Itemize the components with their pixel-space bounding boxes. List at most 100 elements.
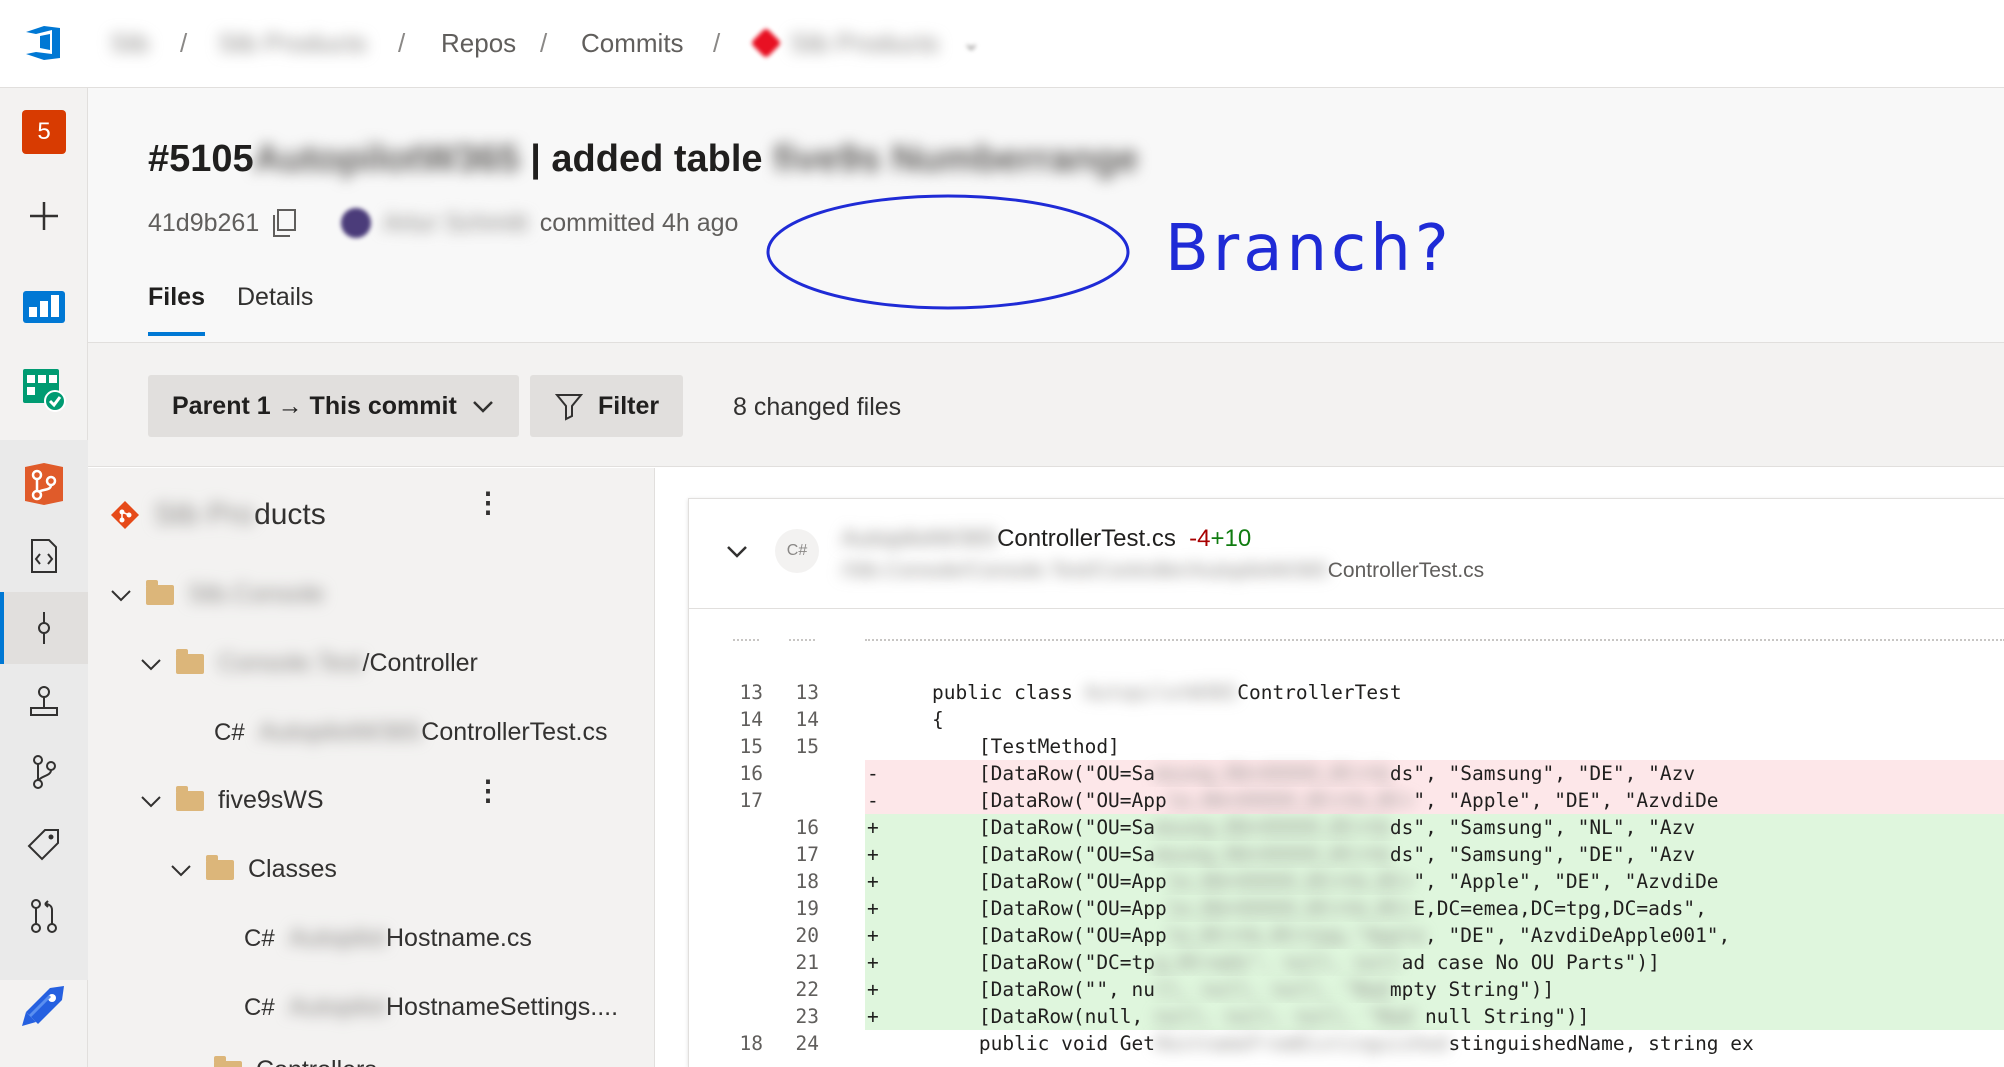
diff-viewer: C# AutopilotW365ControllerTest.cs -4+10 … xyxy=(688,498,2004,1067)
commit-hash[interactable]: 41d9b261 xyxy=(148,209,259,238)
code-text: [DataRow("OU=Samsung,OU=XXXXX,DC=tbds", … xyxy=(885,760,1695,787)
chevron-down-icon[interactable]: ⌄ xyxy=(962,30,980,56)
breadcrumb-org[interactable]: Stb xyxy=(110,28,149,59)
code-segment-redacted: g,DC=ads", null, null xyxy=(1155,951,1402,974)
rail-commits[interactable] xyxy=(0,592,88,664)
commit-author[interactable]: Artur Schmitt xyxy=(383,209,527,238)
chevron-down-icon[interactable] xyxy=(725,543,749,559)
old-line-number: 17 xyxy=(739,789,763,812)
added-lines-count: +10 xyxy=(1210,525,1252,552)
tree-file[interactable]: C# AutopilotHostname.cs xyxy=(244,924,532,953)
boards-icon xyxy=(23,369,66,412)
rail-overview[interactable] xyxy=(0,268,88,340)
new-line-number: 18 xyxy=(795,870,819,893)
code-segment: ControllerTest xyxy=(1237,681,1402,704)
commit-title: #5105AutopilotW365 | added table five9s … xyxy=(148,138,1139,181)
tree-folder[interactable]: five9sWS xyxy=(140,785,324,815)
tree-item-label: /Controller xyxy=(362,649,478,677)
copy-icon[interactable] xyxy=(271,208,297,238)
rail-boards[interactable] xyxy=(0,354,88,426)
repo-icon xyxy=(750,27,782,59)
commit-title-redacted: AutopilotW365 xyxy=(253,138,520,180)
tree-folder[interactable]: Classes xyxy=(170,854,337,884)
tree-folder[interactable]: Controllers xyxy=(214,1055,377,1067)
more-options-icon[interactable]: ⋮ xyxy=(474,486,502,519)
tree-item-label: Stb.Console xyxy=(188,580,325,608)
rail-pushes[interactable] xyxy=(0,664,88,736)
diff-marker: + xyxy=(867,978,879,1001)
code-segment: , "DE", "AzvdiDeApple001", xyxy=(1425,924,1731,947)
tab-files[interactable]: Files xyxy=(148,283,205,336)
chevron-down-icon xyxy=(111,589,131,601)
commit-meta: 41d9b261 Artur Schmitt committed 4h ago xyxy=(148,208,738,238)
old-line-number: 15 xyxy=(739,735,763,758)
new-line-number: 22 xyxy=(795,978,819,1001)
breadcrumb-separator: / xyxy=(540,28,548,58)
code-segment: ", "Apple", "DE", "AzvdiDe xyxy=(1413,870,1719,893)
rail-repos[interactable] xyxy=(0,448,88,520)
tree-folder[interactable]: Console.Test/Controller xyxy=(140,648,478,678)
more-options-icon[interactable]: ⋮ xyxy=(474,774,502,807)
tree-file[interactable]: C# AutopilotW365ControllerTest.cs xyxy=(214,718,607,747)
breadcrumb-separator: / xyxy=(713,28,721,58)
pipelines-icon xyxy=(22,986,64,1026)
diff-line: 13 13 public class AutopilotW365Controlle… xyxy=(689,679,2004,706)
filter-button[interactable]: Filter xyxy=(530,375,684,437)
commit-tabs: Files Details xyxy=(148,283,313,336)
breadcrumb-project[interactable]: Stb Products xyxy=(218,28,367,59)
rail-pipelines[interactable] xyxy=(0,970,88,1042)
tree-folder[interactable]: Stb.Console xyxy=(110,579,325,609)
diff-marker: + xyxy=(867,816,879,839)
code-segment-redacted: le,OU=XXXXX,DC=tb,DC= xyxy=(1166,870,1414,893)
new-line-number: 16 xyxy=(795,816,819,839)
repo-name: ducts xyxy=(254,498,326,531)
rail-files[interactable] xyxy=(0,520,88,592)
overview-icon xyxy=(23,291,65,323)
diff-file-name[interactable]: AutopilotW365ControllerTest.cs -4+10 xyxy=(841,525,1251,553)
tree-repo-root[interactable]: Stb Products xyxy=(110,498,326,532)
file-code-icon xyxy=(31,539,57,573)
folder-icon xyxy=(214,1055,242,1067)
compare-dropdown[interactable]: Parent 1 → This commit xyxy=(148,375,519,437)
code-text: { xyxy=(885,706,944,733)
diff-line: 21 + [DataRow("DC=tpg,DC=ads", null, null… xyxy=(796,949,2004,976)
repo-name-redacted: Stb Pro xyxy=(154,498,255,531)
diff-marker: + xyxy=(867,951,879,974)
breadcrumb-repos[interactable]: Repos xyxy=(441,28,516,59)
breadcrumb-separator: / xyxy=(180,28,188,58)
folder-icon xyxy=(176,648,204,674)
chevron-down-icon xyxy=(171,864,191,876)
new-line-number: 15 xyxy=(795,735,819,758)
diff-marker: + xyxy=(867,924,879,947)
new-line-number: 24 xyxy=(795,1032,819,1055)
diff-line: 18 + [DataRow("OU=Apple,OU=XXXXX,DC=tb,DC… xyxy=(796,868,2004,895)
code-segment: E,DC=emea,DC=tpg,DC=ads", xyxy=(1413,897,1707,920)
old-line-number: 16 xyxy=(739,762,763,785)
tree-item-label: five9sWS xyxy=(218,786,324,814)
code-text: [DataRow("DC=tpg,DC=ads", null, nullad c… xyxy=(885,949,1660,976)
code-segment-redacted: le,OU=XXXXX,DC=tb,DC= xyxy=(1166,789,1414,812)
rail-pull-requests[interactable] xyxy=(0,880,88,952)
tab-details[interactable]: Details xyxy=(237,283,313,336)
diff-line: 23 + [DataRow(null, null, null, null, "Ba… xyxy=(796,1003,2004,1030)
rail-add-button[interactable] xyxy=(0,180,88,252)
push-icon xyxy=(30,686,58,716)
azure-devops-logo-icon[interactable] xyxy=(22,22,64,64)
csharp-file-icon: C# xyxy=(775,529,819,573)
commit-message: | added table xyxy=(530,138,763,180)
code-text: public class AutopilotW365ControllerTest xyxy=(885,679,1402,706)
rail-tags[interactable] xyxy=(0,808,88,880)
diff-line: 17 + [DataRow("OU=Samsung,OU=XXXXX,DC=tbd… xyxy=(796,841,2004,868)
rail-branches[interactable] xyxy=(0,736,88,808)
breadcrumb-repo[interactable]: Stb Products xyxy=(790,28,939,59)
tree-item-label: Hostname.cs xyxy=(385,924,532,952)
tree-file[interactable]: C# AutopilotHostnameSettings.... xyxy=(244,993,618,1022)
tree-item-label: HostnameSettings.... xyxy=(385,993,619,1021)
author-avatar[interactable] xyxy=(341,208,372,238)
hunk-separator xyxy=(789,639,815,641)
breadcrumb-commits[interactable]: Commits xyxy=(581,28,684,59)
rail-project-badge[interactable]: 5 xyxy=(0,96,88,168)
compare-label: Parent 1 → This commit xyxy=(172,391,457,420)
tree-item-label-redacted: Autopilot xyxy=(288,993,386,1021)
diff-line: 16 + [DataRow("OU=Samsung,OU=XXXXX,DC=tbd… xyxy=(796,814,2004,841)
